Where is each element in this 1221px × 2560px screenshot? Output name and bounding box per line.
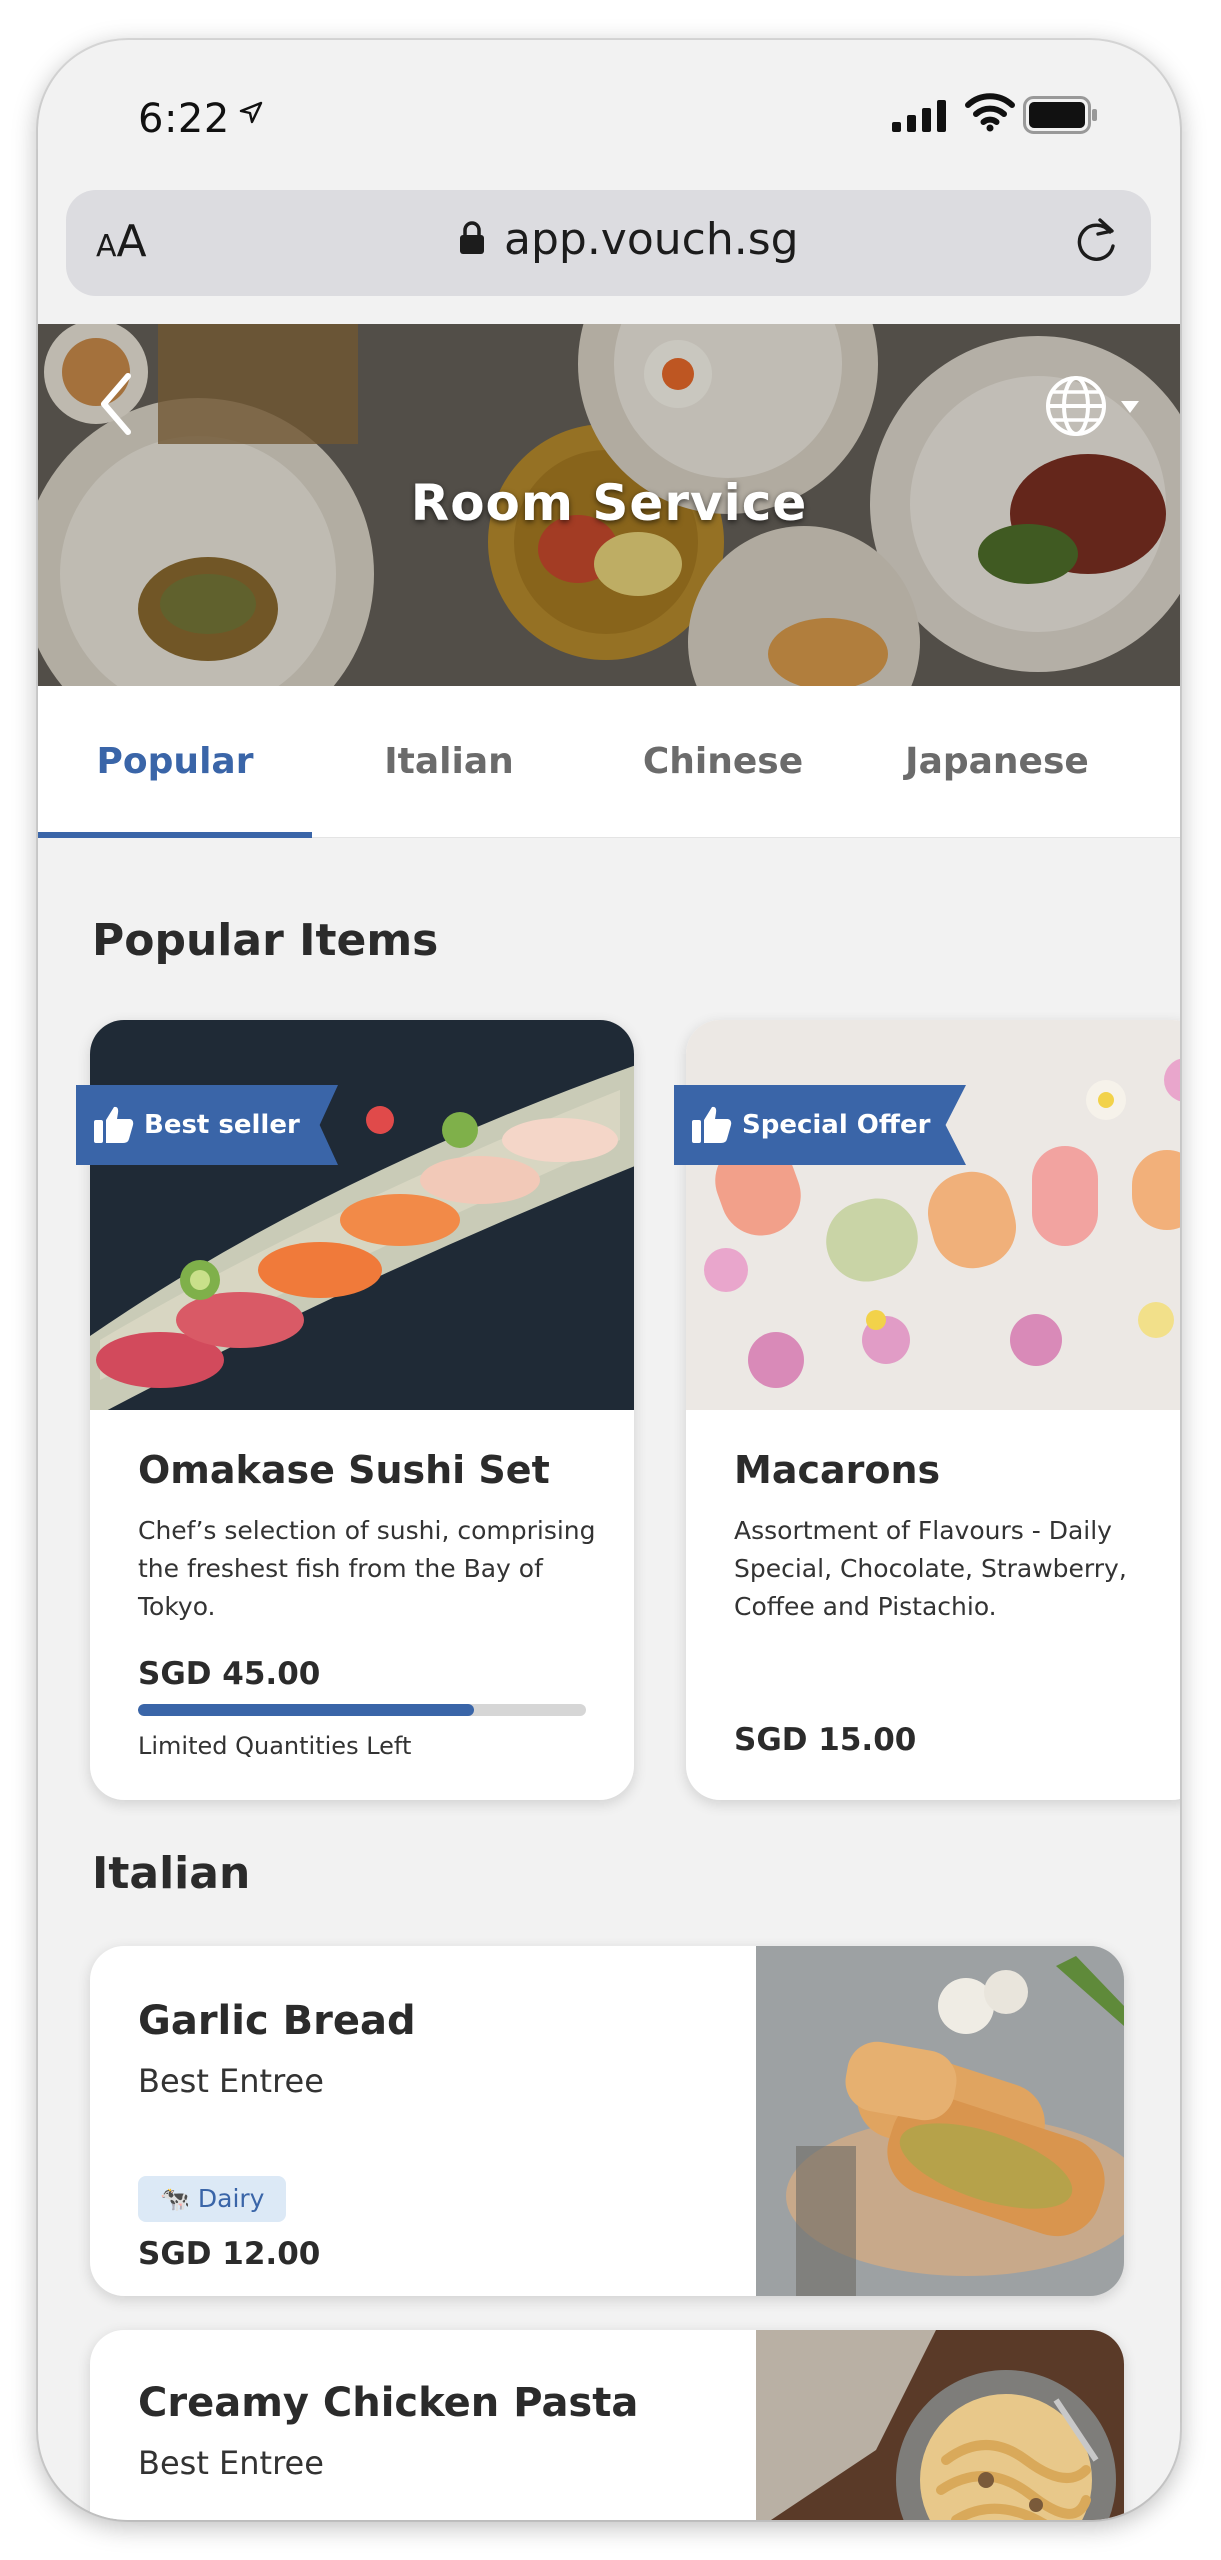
tab-chinese[interactable]: Chinese (586, 686, 860, 838)
garlic-bread-photo (756, 1946, 1124, 2296)
chicken-pasta-photo (756, 2330, 1124, 2520)
menu-list-item[interactable]: Garlic Bread Best Entree 🐄 Dairy SGD 12.0… (90, 1946, 1124, 2296)
item-description: Assortment of Flavours - Daily Special, … (734, 1516, 1127, 1621)
hero-banner: Room Service (38, 324, 1180, 686)
back-chevron-icon[interactable] (98, 372, 134, 436)
reload-icon[interactable] (1072, 216, 1120, 266)
thumbs-up-icon (692, 1106, 732, 1143)
cellular-signal-icon (892, 100, 946, 132)
item-name: Omakase Sushi Set (138, 1448, 550, 1492)
stock-note: Limited Quantities Left (138, 1732, 412, 1760)
stock-progress-bar (138, 1704, 586, 1716)
url-text[interactable]: app.vouch.sg (504, 214, 799, 265)
status-bar: 6:22 (38, 40, 1180, 190)
dietary-tag: 🐄 Dairy (138, 2176, 287, 2222)
item-price: SGD 12.00 (138, 2236, 321, 2272)
wifi-icon (965, 93, 1015, 132)
status-time: 6:22 (138, 96, 230, 142)
stock-progress-fill (138, 1704, 474, 1716)
dietary-tag-label: Dairy (197, 2184, 265, 2213)
language-dropdown-caret-icon[interactable] (1120, 400, 1140, 414)
phone-screen: 6:22 AA app.vouch.sg Room Service Popula… (38, 40, 1180, 2520)
item-name: Macarons (734, 1448, 941, 1492)
active-tab-indicator (38, 832, 312, 838)
item-name: Creamy Chicken Pasta (138, 2380, 639, 2426)
badge-label: Best seller (144, 1110, 300, 1140)
battery-icon (1023, 96, 1097, 134)
item-name: Garlic Bread (138, 1998, 416, 2044)
tab-popular[interactable]: Popular (38, 686, 312, 838)
best-seller-badge: Best seller (76, 1085, 338, 1165)
item-description: Chef’s selection of sushi, comprising th… (138, 1516, 596, 1621)
sushi-photo (90, 1020, 634, 1410)
item-subtitle: Best Entree (138, 2062, 324, 2100)
special-offer-badge: Special Offer (674, 1085, 966, 1165)
section-heading-italian: Italian (92, 1848, 251, 1899)
globe-icon[interactable] (1044, 374, 1108, 438)
category-tabs: Popular Italian Chinese Japanese (38, 686, 1180, 838)
cow-icon: 🐄 (160, 2185, 190, 2213)
address-bar[interactable]: AA app.vouch.sg (66, 190, 1151, 296)
tab-japanese[interactable]: Japanese (860, 686, 1134, 838)
item-price: SGD 45.00 (138, 1656, 321, 1692)
menu-list-item[interactable]: Creamy Chicken Pasta Best Entree (90, 2330, 1124, 2520)
badge-label: Special Offer (742, 1110, 931, 1140)
hero-title: Room Service (410, 474, 808, 532)
item-price: SGD 15.00 (734, 1722, 917, 1758)
section-heading-popular: Popular Items (92, 915, 439, 966)
thumbs-up-icon (94, 1106, 134, 1143)
tab-italian[interactable]: Italian (312, 686, 586, 838)
item-subtitle: Best Entree (138, 2444, 324, 2482)
text-size-button[interactable]: AA (96, 216, 147, 267)
macarons-photo (686, 1020, 1180, 1410)
lock-icon (460, 221, 484, 254)
location-arrow-icon (239, 101, 263, 124)
